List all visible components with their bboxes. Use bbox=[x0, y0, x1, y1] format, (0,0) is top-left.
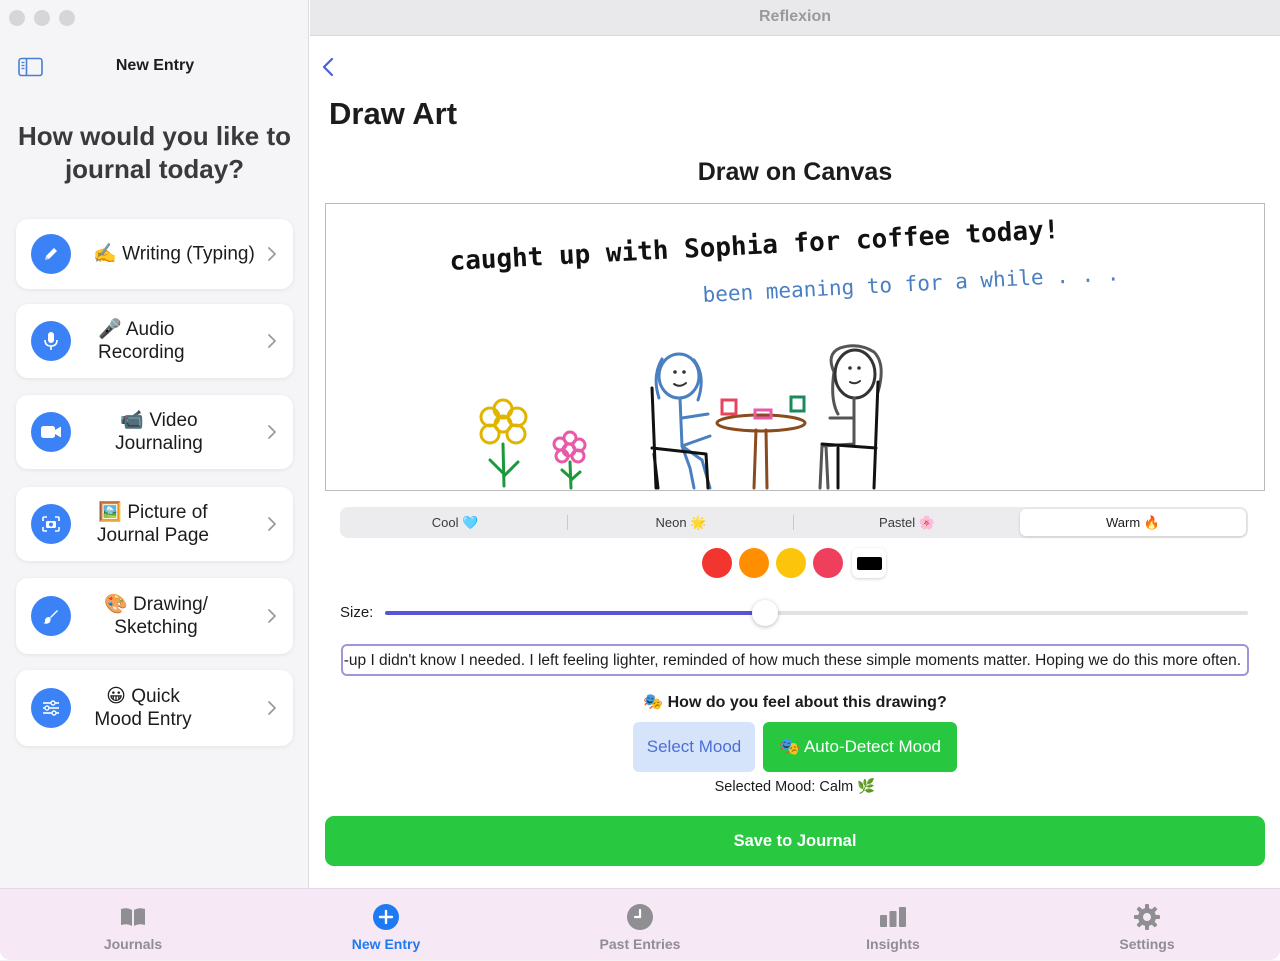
option-picture[interactable]: 🖼️ Picture of Journal Page bbox=[16, 487, 293, 561]
swatch-black-chip bbox=[856, 556, 882, 570]
plus-circle-icon bbox=[372, 903, 400, 931]
video-camera-icon bbox=[31, 412, 71, 452]
option-quick-mood[interactable]: 😀 Quick Mood Entry bbox=[16, 670, 293, 746]
paint-brush-icon bbox=[31, 596, 71, 636]
option-video[interactable]: 📹 Video Journaling bbox=[16, 395, 293, 469]
tab-bar: Journals New Entry Past Entries Insights… bbox=[0, 888, 1280, 960]
bar-chart-icon bbox=[879, 903, 907, 931]
feel-prompt: 🎭 How do you feel about this drawing? bbox=[643, 694, 947, 711]
page-title: Draw Art bbox=[329, 96, 458, 131]
chevron-right-icon bbox=[268, 701, 276, 715]
tab-insights[interactable]: Insights bbox=[765, 889, 1021, 961]
drawing-canvas[interactable]: caught up with Sophia for coffee today! … bbox=[325, 203, 1265, 491]
canvas-title: Draw on Canvas bbox=[697, 158, 893, 186]
sliders-icon bbox=[31, 688, 71, 728]
palette-warm[interactable]: Warm 🔥 bbox=[1020, 509, 1246, 536]
option-label: 🖼️ Picture of Journal Page bbox=[97, 502, 209, 546]
chevron-right-icon bbox=[268, 247, 276, 261]
person-left-sketch bbox=[650, 352, 712, 490]
canvas-drawing: caught up with Sophia for coffee today! … bbox=[449, 215, 1120, 490]
yellow-flower-sketch bbox=[479, 398, 528, 488]
swatch-black-selected[interactable] bbox=[852, 548, 886, 578]
window-title: Reflexion bbox=[758, 8, 831, 25]
title-bar: Reflexion bbox=[310, 0, 1280, 36]
option-label: 🎤 Audio Recording bbox=[98, 319, 185, 363]
slider-fill bbox=[385, 611, 765, 615]
tab-new-entry[interactable]: New Entry bbox=[258, 889, 514, 961]
tab-label: Past Entries bbox=[599, 936, 681, 952]
brush-size-slider[interactable] bbox=[385, 600, 1248, 626]
pencil-icon bbox=[31, 234, 71, 274]
sidebar-title: New Entry bbox=[115, 57, 195, 74]
size-label: Size: bbox=[340, 604, 374, 621]
handwriting-line-1: caught up with Sophia for coffee today! bbox=[449, 215, 1060, 277]
note-input[interactable]: It was such a warm and easy conversation… bbox=[341, 644, 1249, 676]
note-text: It was such a warm and easy conversation… bbox=[343, 652, 1241, 669]
option-label: 📹 Video Journaling bbox=[115, 410, 203, 454]
tab-settings[interactable]: Settings bbox=[1019, 889, 1275, 961]
palette-pastel[interactable]: Pastel 🌸 bbox=[794, 509, 1020, 536]
minimize-window-button[interactable] bbox=[34, 10, 50, 26]
palette-neon[interactable]: Neon 🌟 bbox=[568, 509, 794, 536]
option-writing[interactable]: ✍️ Writing (Typing) bbox=[16, 219, 293, 289]
pink-flower-sketch bbox=[552, 430, 587, 490]
window-controls bbox=[9, 10, 75, 26]
swatch-orange[interactable] bbox=[739, 548, 769, 578]
tab-label: New Entry bbox=[351, 936, 421, 952]
palette-selector[interactable]: Cool 🩵 Neon 🌟 Pastel 🌸 Warm 🔥 bbox=[340, 507, 1248, 538]
swatch-red[interactable] bbox=[702, 548, 732, 578]
tab-label: Journals bbox=[103, 936, 163, 952]
handwriting-line-2: been meaning to for a while . . . bbox=[702, 261, 1120, 307]
swatch-pink[interactable] bbox=[813, 548, 843, 578]
option-audio[interactable]: 🎤 Audio Recording bbox=[16, 304, 293, 378]
gear-icon bbox=[1133, 903, 1161, 931]
select-mood-button[interactable]: Select Mood bbox=[633, 722, 755, 772]
journal-question: How would you like to journal today? bbox=[18, 121, 291, 184]
option-label: 🎨 Drawing/ Sketching bbox=[104, 594, 208, 638]
chevron-right-icon bbox=[268, 334, 276, 348]
option-label: ✍️ Writing (Typing) bbox=[93, 243, 255, 265]
person-right-sketch bbox=[818, 344, 883, 490]
palette-cool[interactable]: Cool 🩵 bbox=[342, 509, 568, 536]
sidebar: New Entry How would you like to journal … bbox=[0, 0, 309, 888]
selected-mood-text: Selected Mood: Calm 🌿 bbox=[714, 779, 876, 795]
camera-icon bbox=[31, 504, 71, 544]
save-to-journal-button[interactable]: Save to Journal bbox=[325, 816, 1265, 866]
sidebar-toggle-icon[interactable] bbox=[18, 57, 43, 77]
book-icon bbox=[119, 903, 147, 931]
app-window: New Entry How would you like to journal … bbox=[0, 0, 1280, 960]
chevron-right-icon bbox=[268, 425, 276, 439]
color-swatches bbox=[702, 548, 886, 578]
tab-label: Settings bbox=[1119, 936, 1175, 952]
auto-detect-mood-button[interactable]: 🎭 Auto-Detect Mood bbox=[763, 722, 957, 772]
tab-past-entries[interactable]: Past Entries bbox=[512, 889, 768, 961]
back-chevron-icon[interactable] bbox=[320, 56, 336, 78]
zoom-window-button[interactable] bbox=[59, 10, 75, 26]
tab-journals[interactable]: Journals bbox=[5, 889, 261, 961]
cafe-table-sketch bbox=[715, 395, 807, 490]
option-drawing[interactable]: 🎨 Drawing/ Sketching bbox=[16, 578, 293, 654]
microphone-icon bbox=[31, 321, 71, 361]
chevron-right-icon bbox=[268, 609, 276, 623]
chevron-right-icon bbox=[268, 517, 276, 531]
swatch-yellow[interactable] bbox=[776, 548, 806, 578]
close-window-button[interactable] bbox=[9, 10, 25, 26]
option-label: 😀 Quick Mood Entry bbox=[94, 686, 192, 730]
clock-icon bbox=[626, 903, 654, 931]
slider-thumb[interactable] bbox=[751, 600, 778, 626]
tab-label: Insights bbox=[866, 936, 920, 952]
